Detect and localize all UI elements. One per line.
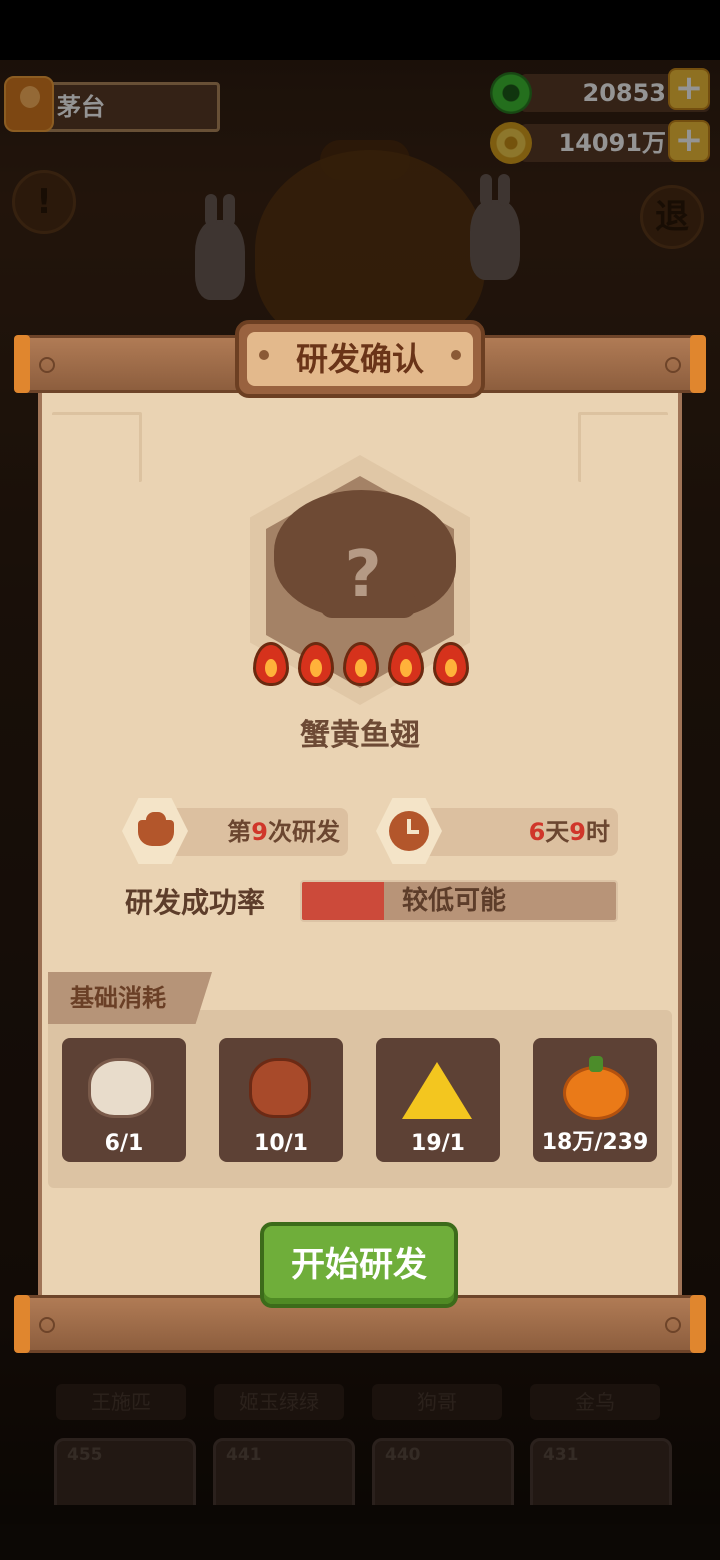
materials-tab: 基础消耗 [48, 972, 212, 1024]
duration-days-unit: 天 [545, 818, 570, 846]
status-bar-area [0, 0, 720, 60]
material-amount: 19/1 [411, 1131, 465, 1156]
material-amount: 18万/239 [541, 1130, 649, 1155]
white-kettle-icon [88, 1058, 154, 1118]
material-slot[interactable]: 19/1 [376, 1038, 500, 1162]
title-dot [451, 350, 461, 360]
material-amount: 6/1 [104, 1131, 144, 1156]
rod-cap [14, 335, 30, 393]
lattice-decoration [578, 412, 668, 482]
attempt-number: 9 [251, 818, 268, 846]
duration-hours: 9 [569, 818, 586, 846]
attempt-prefix: 第 [227, 818, 252, 846]
success-rate-fill [302, 882, 384, 920]
title-dot [259, 350, 269, 360]
clock-icon [389, 811, 429, 851]
start-research-button[interactable]: 开始研发 [260, 1222, 458, 1308]
material-amount: 10/1 [254, 1131, 308, 1156]
pumpkin-icon [563, 1066, 629, 1120]
question-mark-icon: ? [344, 538, 382, 612]
rod-cap [690, 335, 706, 393]
flame-icon [388, 642, 424, 686]
duration-days: 6 [528, 818, 546, 846]
material-slot[interactable]: 6/1 [62, 1038, 186, 1162]
difficulty-flames [253, 642, 469, 688]
flame-icon [298, 642, 334, 686]
success-rate-text: 较低可能 [402, 886, 507, 916]
success-rate-label: 研发成功率 [125, 886, 266, 919]
success-rate-bar: 较低可能 [300, 880, 618, 922]
flame-icon [433, 642, 469, 686]
duration-hours-unit: 时 [586, 818, 610, 846]
flame-icon [343, 642, 379, 686]
pot-icon [138, 812, 174, 846]
rod-cap [690, 1295, 706, 1353]
attempt-suffix: 次研发 [268, 818, 340, 846]
lattice-decoration [52, 412, 142, 482]
dialog-title: 研发确认 [247, 332, 473, 386]
material-slot[interactable]: 18万/239 [533, 1038, 657, 1162]
rod-cap [14, 1295, 30, 1353]
dialog-title-plate: 研发确认 [235, 320, 485, 398]
pumpkin-stem [589, 1056, 603, 1072]
material-slot[interactable]: 10/1 [219, 1038, 343, 1162]
red-kettle-icon [249, 1058, 311, 1118]
dish-name: 蟹黄鱼翅 [300, 718, 420, 753]
warning-sign-icon [402, 1062, 472, 1120]
flame-icon [253, 642, 289, 686]
